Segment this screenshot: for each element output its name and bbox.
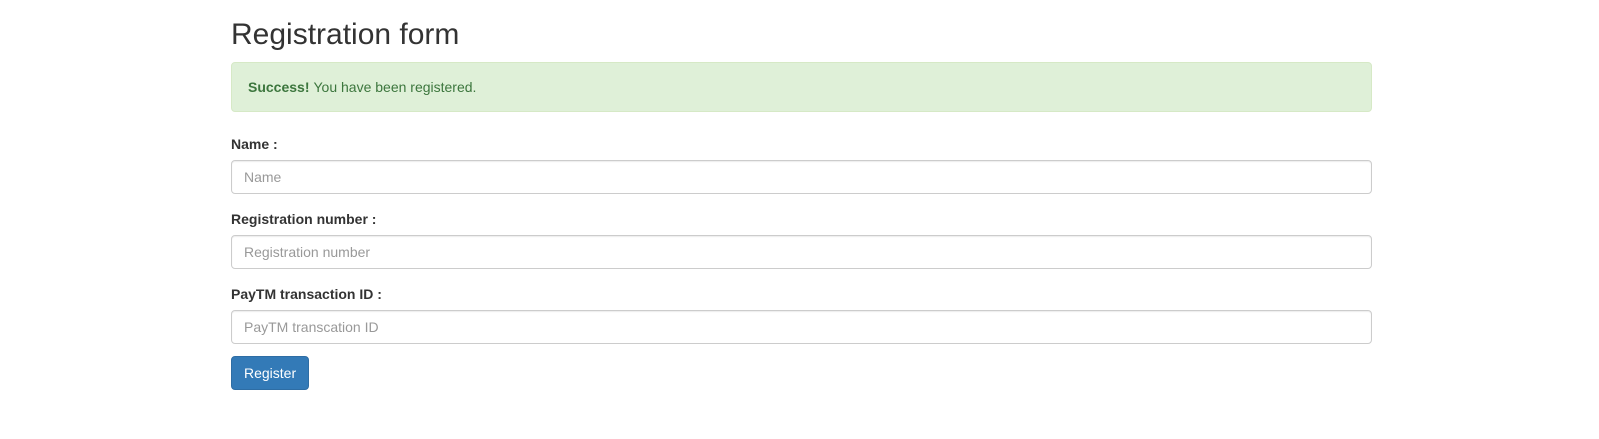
alert-strong-text: Success! <box>248 79 310 95</box>
register-button[interactable]: Register <box>231 356 310 390</box>
registration-number-label: Registration number : <box>231 211 377 227</box>
name-label: Name : <box>231 136 278 152</box>
paytm-transaction-id-label: PayTM transaction ID : <box>231 286 382 302</box>
alert-message: You have been registered. <box>313 79 477 95</box>
success-alert: Success! You have been registered. <box>231 62 1372 112</box>
page-title: Registration form <box>231 18 460 51</box>
registration-number-input[interactable] <box>231 235 1372 269</box>
name-input[interactable] <box>231 160 1372 194</box>
paytm-transaction-id-input[interactable] <box>231 310 1372 344</box>
